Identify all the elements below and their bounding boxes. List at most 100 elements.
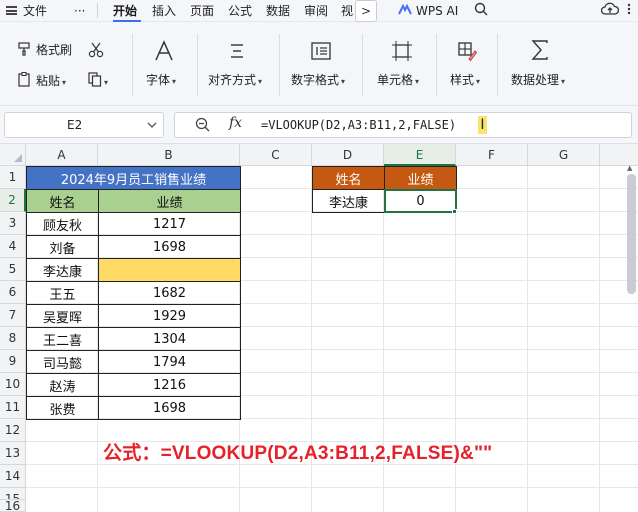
cloud-upload-icon[interactable]: [600, 2, 620, 21]
font-button[interactable]: 字体 ▾: [146, 72, 176, 90]
style-button[interactable]: 样式 ▾: [450, 72, 480, 90]
cell-icon: [392, 41, 412, 65]
alignment-button[interactable]: 对齐方式 ▾: [208, 72, 262, 90]
header-perf-cell[interactable]: 业绩: [98, 189, 241, 213]
data-processing-button[interactable]: 数据处理 ▾: [511, 72, 565, 90]
column-header-g[interactable]: G: [528, 144, 600, 166]
table-cell-name[interactable]: 司马懿: [26, 350, 99, 374]
tab-page[interactable]: 页面: [190, 2, 214, 20]
tab-view[interactable]: 视: [341, 2, 353, 20]
style-label: 样式: [450, 73, 475, 87]
ribbon-separator: [436, 34, 437, 96]
table-cell-perf[interactable]: 1698: [98, 396, 241, 420]
table-cell-perf[interactable]: 1216: [98, 373, 241, 397]
row-header-6[interactable]: 6: [0, 281, 26, 304]
table-cell-name[interactable]: 刘备: [26, 235, 99, 259]
more-menu-button[interactable]: ···: [74, 2, 85, 20]
insert-function-icon[interactable]: fx: [229, 115, 242, 131]
row-header-5[interactable]: 5: [0, 258, 26, 281]
more-options-icon[interactable]: [625, 2, 633, 21]
row-header-3[interactable]: 3: [0, 212, 26, 235]
alignment-dropdown-icon: ▾: [258, 77, 263, 86]
select-all-corner[interactable]: [0, 144, 26, 166]
paste-label: 粘贴: [36, 74, 61, 88]
row-header-11[interactable]: 11: [0, 396, 26, 419]
font-icon: [153, 40, 175, 66]
paste-dropdown-icon[interactable]: ▾: [62, 78, 66, 87]
paste-button[interactable]: 粘贴 ▾: [18, 72, 66, 91]
tab-overflow-button[interactable]: >: [355, 0, 377, 22]
column-header-f[interactable]: F: [456, 144, 528, 166]
copy-button[interactable]: ▾: [88, 72, 108, 91]
spreadsheet-grid[interactable]: A B C D E F G 1 2 3 4 5 6 7 8 9 10 11 12…: [0, 144, 638, 512]
table-cell-perf[interactable]: 1217: [98, 212, 241, 236]
menu-icon: [6, 6, 17, 15]
row-header-15[interactable]: 15: [0, 488, 26, 500]
row-header-4[interactable]: 4: [0, 235, 26, 258]
table-cell-name[interactable]: 李达康: [26, 258, 99, 282]
tab-data[interactable]: 数据: [266, 2, 290, 20]
copy-icon: [88, 72, 102, 87]
row-header-7[interactable]: 7: [0, 304, 26, 327]
table-cell-perf-empty[interactable]: [98, 258, 241, 282]
file-menu[interactable]: 文件: [6, 2, 47, 20]
paste-icon: [18, 72, 30, 87]
table-cell-name[interactable]: 王二喜: [26, 327, 99, 351]
row-header-10[interactable]: 10: [0, 373, 26, 396]
tab-formula[interactable]: 公式: [228, 2, 252, 20]
style-icon: [457, 41, 478, 65]
lookup-result-cell[interactable]: 0: [384, 189, 457, 213]
wps-ai-label: WPS AI: [416, 4, 459, 18]
header-name-cell[interactable]: 姓名: [26, 189, 99, 213]
number-format-button[interactable]: 数字格式 ▾: [291, 72, 345, 90]
number-format-label: 数字格式: [291, 73, 340, 87]
format-painter-icon: [18, 42, 30, 56]
search-icon[interactable]: [474, 2, 488, 21]
row-header-2[interactable]: 2: [0, 189, 26, 212]
table-cell-name[interactable]: 张费: [26, 396, 99, 420]
style-dropdown-icon: ▾: [476, 77, 481, 86]
lookup-header-name-cell[interactable]: 姓名: [312, 166, 385, 190]
column-header-b[interactable]: B: [98, 144, 240, 166]
format-painter-button[interactable]: 格式刷: [18, 42, 72, 58]
column-header-e[interactable]: E: [384, 144, 456, 166]
name-box-dropdown-icon[interactable]: [147, 113, 157, 147]
name-box[interactable]: E2: [4, 112, 164, 138]
row-header-12[interactable]: 12: [0, 419, 26, 442]
fill-handle[interactable]: [452, 209, 457, 214]
wps-ai-button[interactable]: WPS AI: [398, 2, 458, 20]
table-cell-perf[interactable]: 1794: [98, 350, 241, 374]
table-cell-name[interactable]: 赵涛: [26, 373, 99, 397]
cell-button[interactable]: 单元格 ▾: [377, 72, 419, 90]
vertical-scrollbar[interactable]: [627, 174, 636, 294]
tab-insert[interactable]: 插入: [152, 2, 176, 20]
column-header-c[interactable]: C: [240, 144, 312, 166]
table-cell-name[interactable]: 吴夏晖: [26, 304, 99, 328]
cut-icon[interactable]: [88, 42, 104, 62]
lookup-header-perf-cell[interactable]: 业绩: [384, 166, 457, 190]
file-menu-label: 文件: [23, 4, 48, 18]
copy-dropdown-icon[interactable]: ▾: [104, 78, 108, 87]
column-header-blank: [600, 144, 638, 166]
formula-input[interactable]: fx =VLOOKUP(D2,A3:B11,2,FALSE) I: [174, 112, 632, 138]
table-cell-perf[interactable]: 1304: [98, 327, 241, 351]
tab-home[interactable]: 开始: [113, 2, 137, 20]
row-header-13[interactable]: 13: [0, 442, 26, 465]
row-header-16[interactable]: 16: [0, 500, 26, 512]
table-cell-perf[interactable]: 1682: [98, 281, 241, 305]
zoom-lookup-icon[interactable]: [195, 117, 210, 136]
scroll-up-arrow-icon[interactable]: ▲: [627, 164, 632, 172]
row-header-1[interactable]: 1: [0, 166, 26, 189]
table-cell-perf[interactable]: 1698: [98, 235, 241, 259]
column-header-a[interactable]: A: [26, 144, 98, 166]
table-cell-name[interactable]: 王五: [26, 281, 99, 305]
column-header-d[interactable]: D: [312, 144, 384, 166]
row-header-14[interactable]: 14: [0, 465, 26, 488]
row-header-9[interactable]: 9: [0, 350, 26, 373]
table-cell-name[interactable]: 顾友秋: [26, 212, 99, 236]
table-title-cell[interactable]: 2024年9月员工销售业绩: [26, 166, 241, 190]
lookup-name-cell[interactable]: 李达康: [312, 189, 385, 213]
row-header-8[interactable]: 8: [0, 327, 26, 350]
table-cell-perf[interactable]: 1929: [98, 304, 241, 328]
tab-review[interactable]: 审阅: [304, 2, 328, 20]
